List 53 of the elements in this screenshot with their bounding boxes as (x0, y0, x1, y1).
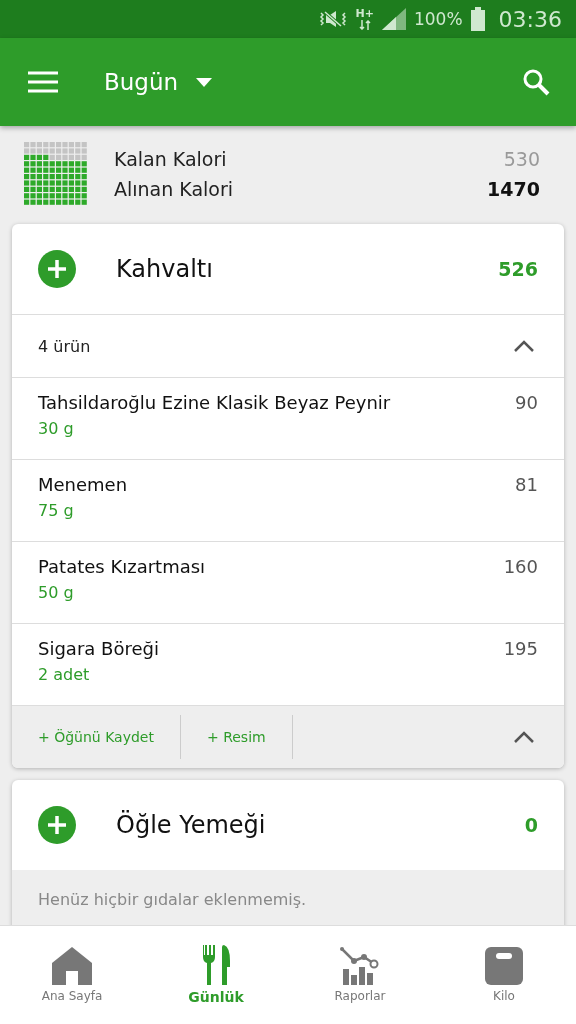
food-amount: 50 g (38, 583, 75, 602)
summary-label: Alınan Kalori (114, 178, 234, 200)
search-icon (522, 68, 550, 96)
meal-action-button[interactable]: + Resim (180, 715, 293, 759)
food-calories: 160 (503, 556, 538, 577)
battery-percent: 100% (414, 9, 463, 29)
summary-label: Kalan Kalori (114, 148, 227, 170)
food-calories: 81 (515, 474, 538, 495)
nav-tab[interactable]: Raporlar (288, 926, 432, 1024)
data-arrows-icon (358, 20, 371, 30)
meal-calories: 0 (524, 814, 538, 836)
item-count: 4 ürün (38, 336, 91, 356)
food-amount: 75 g (38, 501, 75, 520)
house-icon (52, 947, 92, 985)
chevron-up-icon (514, 731, 534, 743)
network-type: H+ (355, 8, 374, 19)
vibrate-icon (317, 9, 348, 29)
nav-tab[interactable]: Kilo (432, 926, 576, 1024)
nav-tab[interactable]: Günlük (144, 926, 288, 1024)
signal-icon (382, 8, 406, 30)
chart-icon (340, 947, 380, 985)
fork-knife-icon (202, 945, 230, 985)
food-calories: 195 (503, 638, 538, 659)
food-name: Tahsildaroğlu Ezine Klasik Beyaz Peynir (38, 392, 391, 413)
food-name: Sigara Böreği (38, 638, 159, 659)
scale-icon (485, 947, 523, 985)
food-calories: 90 (515, 392, 538, 413)
nav-tab[interactable]: Ana Sayfa (0, 926, 144, 1024)
date-dropdown[interactable]: Bugün (104, 69, 213, 95)
summary-value: 530 (503, 148, 540, 170)
empty-message: Henüz hiçbir gıdalar eklenmemiş. (38, 890, 307, 909)
calorie-grid-icon (24, 142, 88, 206)
add-food-button[interactable] (38, 250, 76, 288)
dropdown-icon (196, 77, 213, 87)
meal-action-button[interactable]: + Öğünü Kaydet (12, 715, 181, 759)
food-name: Patates Kızartması (38, 556, 206, 577)
meal-title: Kahvaltı (116, 255, 214, 283)
add-food-button[interactable] (38, 806, 76, 844)
battery-icon (470, 7, 485, 31)
food-amount: 2 adet (38, 665, 91, 684)
food-item[interactable]: Menemen 75 g 81 (12, 460, 564, 542)
clock: 03:36 (498, 6, 562, 32)
plus-icon (48, 816, 66, 834)
meal-title: Öğle Yemeği (116, 811, 267, 839)
menu-icon (28, 71, 58, 93)
food-item[interactable]: Tahsildaroğlu Ezine Klasik Beyaz Peynir 30 g 90 (12, 378, 564, 460)
food-amount: 30 g (38, 419, 75, 438)
plus-icon (48, 260, 66, 278)
food-name: Menemen (38, 474, 128, 495)
summary-value: 1470 (487, 178, 540, 200)
chevron-up-icon (514, 340, 534, 352)
meal-calories: 526 (498, 258, 538, 280)
food-item[interactable]: Patates Kızartması 50 g 160 (12, 542, 564, 624)
